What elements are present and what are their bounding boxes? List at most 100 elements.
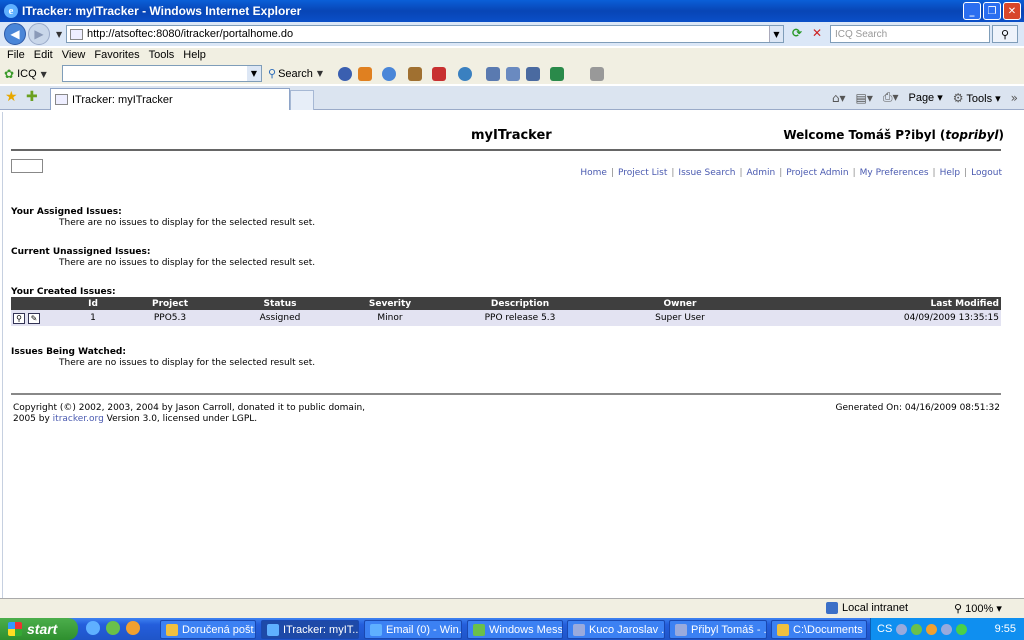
assigned-issues-message: There are no issues to display for the s… bbox=[59, 218, 316, 228]
favorites-star-icon[interactable]: ★ bbox=[5, 89, 18, 105]
icq-quicklaunch-icon[interactable] bbox=[106, 621, 120, 635]
toolbar-icon-3[interactable] bbox=[382, 67, 396, 81]
icq-flower-icon[interactable]: ✿ bbox=[4, 67, 14, 81]
language-indicator[interactable]: CS bbox=[877, 623, 892, 635]
menu-file[interactable]: File bbox=[4, 48, 31, 64]
icq-combo-dropdown-icon[interactable]: ▼ bbox=[247, 66, 261, 81]
icq-dropdown-icon[interactable]: ▼ bbox=[41, 70, 47, 79]
menu-favorites[interactable]: Favorites bbox=[91, 48, 145, 64]
close-button[interactable]: ✕ bbox=[1003, 2, 1021, 20]
nav-logout[interactable]: Logout bbox=[971, 168, 1002, 178]
menu-help[interactable]: Help bbox=[180, 48, 212, 64]
toolbar-icon-5[interactable] bbox=[432, 67, 446, 81]
toolbar-icon-4[interactable] bbox=[408, 67, 422, 81]
owner-header[interactable]: Owner bbox=[595, 297, 765, 310]
command-bar: ⌂▾ ▤▾ ⎙▾ Page ▾ ⚙ Tools ▾ » bbox=[832, 90, 1018, 105]
description-header[interactable]: Description bbox=[445, 297, 595, 310]
toolbar-icon-8[interactable] bbox=[506, 67, 520, 81]
start-button[interactable]: start bbox=[0, 618, 78, 640]
tools-menu[interactable]: ⚙ Tools ▾ bbox=[953, 91, 1001, 105]
menu-tools[interactable]: Tools bbox=[146, 48, 181, 64]
toolbar-icon-10[interactable] bbox=[550, 67, 564, 81]
feeds-icon[interactable]: ▤▾ bbox=[855, 91, 872, 105]
view-issue-icon[interactable]: ⚲ bbox=[13, 312, 25, 324]
start-label: start bbox=[27, 621, 58, 637]
windows-flag-icon bbox=[8, 622, 22, 636]
task-mail[interactable]: Doručená pošt... bbox=[160, 620, 256, 639]
tray-icon[interactable] bbox=[941, 623, 953, 635]
messenger-quicklaunch-icon[interactable] bbox=[126, 621, 140, 635]
copyright-line2-prefix: 2005 by bbox=[13, 414, 53, 424]
toolbar-icon-9[interactable] bbox=[526, 67, 540, 81]
history-dropdown-icon[interactable]: ▼ bbox=[56, 30, 62, 39]
nav-links: Home | Project List | Issue Search | Admin |… bbox=[580, 168, 1002, 178]
back-button[interactable]: ◀ bbox=[4, 23, 26, 45]
toolbar-icon-11[interactable] bbox=[590, 67, 604, 81]
icq-search-combo[interactable]: ▼ bbox=[62, 65, 262, 82]
network-icon[interactable] bbox=[956, 623, 968, 635]
icq-search-button[interactable]: ⚲ Search ▼ bbox=[268, 67, 327, 80]
task-icon bbox=[370, 623, 382, 636]
nav-my-preferences[interactable]: My Preferences bbox=[860, 168, 929, 178]
toolbar-icon-7[interactable] bbox=[486, 67, 500, 81]
add-favorite-icon[interactable]: ✚ bbox=[26, 89, 38, 105]
print-icon[interactable]: ⎙▾ bbox=[883, 90, 899, 105]
cell-status: Assigned bbox=[225, 310, 335, 326]
restore-button[interactable]: ❐ bbox=[983, 2, 1001, 20]
itracker-link[interactable]: itracker.org bbox=[53, 414, 104, 424]
zoom-value: 100% bbox=[965, 603, 994, 615]
task-label: Kuco Jaroslav ... bbox=[589, 623, 665, 636]
url-dropdown-icon[interactable]: ▼ bbox=[769, 26, 783, 42]
toolbar-icon-2[interactable] bbox=[358, 67, 372, 81]
toolbar-icon-1[interactable] bbox=[338, 67, 352, 81]
chevron-right-icon[interactable]: » bbox=[1011, 91, 1018, 105]
gear-icon: ⚙ bbox=[952, 90, 964, 105]
search-input[interactable]: ICQ Search bbox=[830, 25, 990, 43]
home-icon[interactable]: ⌂▾ bbox=[832, 91, 846, 105]
tray-icon[interactable] bbox=[926, 623, 938, 635]
tab-itracker[interactable]: ITracker: myITracker bbox=[50, 88, 290, 110]
id-header[interactable]: Id bbox=[71, 297, 115, 310]
new-tab-button[interactable] bbox=[290, 90, 314, 110]
search-go-icon[interactable]: ⚲ bbox=[992, 25, 1018, 43]
nav-home[interactable]: Home bbox=[580, 168, 607, 178]
task-pribyl[interactable]: Přibyl Tomáš - ... bbox=[669, 620, 767, 639]
tray-icon[interactable] bbox=[911, 623, 923, 635]
icq-search-dropdown-icon[interactable]: ▼ bbox=[317, 69, 323, 78]
menu-view[interactable]: View bbox=[59, 48, 92, 64]
stop-icon[interactable]: ✕ bbox=[808, 26, 826, 42]
task-email[interactable]: Email (0) - Win... bbox=[364, 620, 462, 639]
table-row: ⚲ ✎ 1 PPO5.3 Assigned Minor PPO release … bbox=[11, 310, 1001, 326]
severity-header[interactable]: Severity bbox=[335, 297, 445, 310]
menu-edit[interactable]: Edit bbox=[31, 48, 59, 64]
clock[interactable]: 9:55 bbox=[995, 623, 1016, 635]
url-field[interactable]: http://atsoftec:8080/itracker/portalhome… bbox=[66, 25, 784, 43]
forward-button[interactable]: ▶ bbox=[28, 23, 50, 45]
actions-header bbox=[11, 297, 71, 310]
nav-admin[interactable]: Admin bbox=[747, 168, 776, 178]
nav-project-list[interactable]: Project List bbox=[618, 168, 667, 178]
task-kuco[interactable]: Kuco Jaroslav ... bbox=[567, 620, 665, 639]
nav-issue-search[interactable]: Issue Search bbox=[678, 168, 735, 178]
tab-title: ITracker: myITracker bbox=[72, 93, 173, 106]
security-zone[interactable]: Local intranet bbox=[826, 602, 908, 614]
ie-quicklaunch-icon[interactable] bbox=[86, 621, 100, 635]
zoom-level[interactable]: ⚲ 100% ▾ bbox=[954, 602, 1002, 615]
nav-help[interactable]: Help bbox=[940, 168, 961, 178]
system-tray: CS 9:55 bbox=[870, 618, 1024, 640]
project-header[interactable]: Project bbox=[115, 297, 225, 310]
refresh-icon[interactable]: ⟳ bbox=[788, 26, 806, 42]
status-header[interactable]: Status bbox=[225, 297, 335, 310]
task-messenger[interactable]: Windows Mess... bbox=[467, 620, 563, 639]
icq-label[interactable]: ICQ bbox=[17, 68, 37, 80]
quick-input[interactable] bbox=[11, 159, 43, 173]
edit-issue-icon[interactable]: ✎ bbox=[28, 312, 40, 324]
task-itracker[interactable]: ITracker: myIT... bbox=[261, 620, 359, 639]
toolbar-icon-6[interactable] bbox=[458, 67, 472, 81]
nav-project-admin[interactable]: Project Admin bbox=[786, 168, 848, 178]
tray-icon[interactable] bbox=[896, 623, 908, 635]
page-menu[interactable]: Page ▾ bbox=[908, 91, 942, 104]
minimize-button[interactable]: _ bbox=[963, 2, 981, 20]
task-documents[interactable]: C:\Documents ... bbox=[771, 620, 867, 639]
last-modified-header[interactable]: Last Modified bbox=[765, 297, 1001, 310]
